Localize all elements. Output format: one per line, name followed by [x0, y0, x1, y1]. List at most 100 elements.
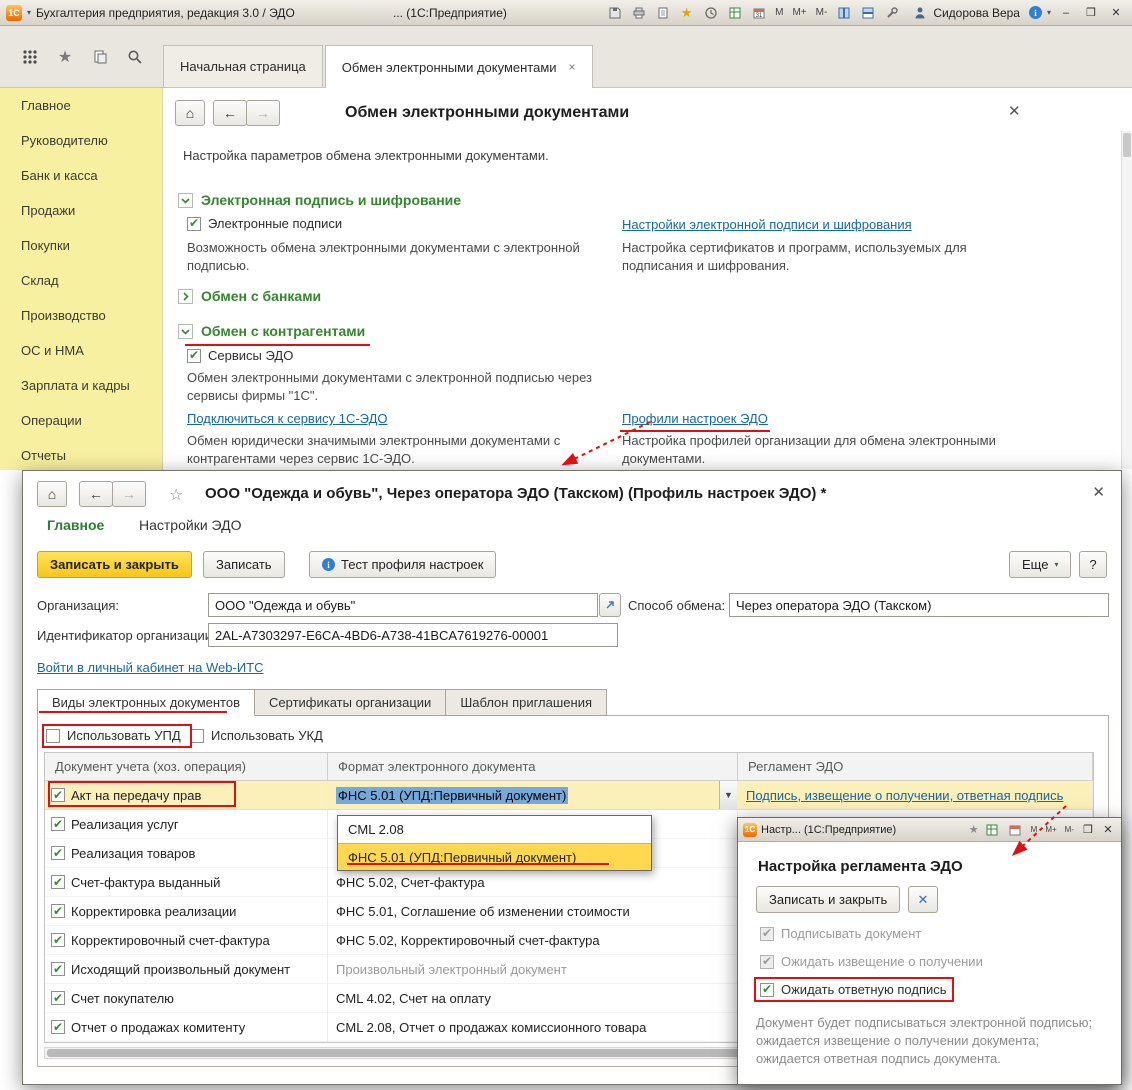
print-icon[interactable] — [629, 3, 648, 22]
1c-app-icon: 1С — [743, 822, 757, 837]
checkbox-edo-services[interactable]: ✔ Сервисы ЭДО — [187, 348, 293, 363]
calendar-icon[interactable] — [1006, 820, 1025, 839]
format-cell[interactable]: ФНС 5.01 (УПД:Первичный документ) ▼ — [328, 781, 738, 810]
history-clipboard-icon[interactable] — [90, 47, 110, 67]
sidebar-item-os-nma[interactable]: ОС и НМА — [0, 333, 162, 368]
home-button[interactable]: ⌂ — [175, 100, 205, 126]
forward-button[interactable]: → — [112, 481, 146, 507]
test-profile-button[interactable]: i Тест профиля настроек — [309, 551, 497, 578]
dropdown-item-fns501[interactable]: ФНС 5.01 (УПД:Первичный документ) — [338, 843, 651, 870]
link-edo-profiles[interactable]: Профили настроек ЭДО — [622, 411, 768, 426]
section-title[interactable]: Обмен с контрагентами — [201, 323, 365, 339]
save-button[interactable]: Записать — [203, 551, 285, 578]
close-icon[interactable]: × — [569, 60, 576, 74]
organization-input[interactable] — [208, 593, 598, 617]
sidebar-item-proizvodstvo[interactable]: Производство — [0, 298, 162, 333]
sidebar-item-operacii[interactable]: Операции — [0, 403, 162, 438]
sidebar-item-bank-kassa[interactable]: Банк и касса — [0, 158, 162, 193]
collapse-chevron-icon[interactable] — [178, 323, 193, 339]
favorites-star-icon[interactable]: ★ — [677, 3, 696, 22]
calendar-icon[interactable]: 31 — [749, 3, 768, 22]
menu-edo-settings[interactable]: Настройки ЭДО — [139, 517, 242, 533]
search-icon[interactable] — [125, 47, 145, 67]
sidebar-item-otchety[interactable]: Отчеты — [0, 438, 162, 470]
forward-button[interactable]: → — [246, 100, 280, 126]
calc-m-plus-button[interactable]: M+ — [1043, 825, 1058, 834]
maximize-button[interactable]: ❒ — [1081, 4, 1101, 22]
row-checkbox[interactable]: ✔ — [51, 846, 65, 860]
section-title[interactable]: Электронная подпись и шифрование — [201, 192, 461, 208]
save-and-close-button[interactable]: Записать и закрыть — [37, 551, 192, 578]
favorites-star-icon[interactable]: ☆ — [169, 485, 183, 505]
table-icon[interactable] — [983, 820, 1002, 839]
close-window-icon[interactable]: ✕ — [1092, 483, 1105, 501]
reglament-link[interactable]: Подпись, извещение о получении, ответная… — [746, 788, 1063, 803]
expand-chevron-icon[interactable] — [178, 288, 193, 304]
sidebar-item-glavnoe[interactable]: Главное — [0, 88, 162, 123]
open-organization-button[interactable] — [599, 593, 621, 617]
save-and-close-button[interactable]: Записать и закрыть — [756, 886, 901, 913]
back-button[interactable]: ← — [213, 100, 247, 126]
history-icon[interactable] — [701, 3, 720, 22]
calc-m-minus-button[interactable]: M- — [1063, 825, 1076, 834]
calc-m-button[interactable]: M — [773, 7, 785, 18]
calc-m-minus-button[interactable]: M- — [814, 7, 830, 18]
split-window-icon[interactable] — [858, 3, 877, 22]
tab-home-page[interactable]: Начальная страница — [163, 45, 323, 87]
calc-m-plus-button[interactable]: M+ — [790, 7, 808, 18]
service-wrench-icon[interactable] — [882, 3, 901, 22]
close-button[interactable]: ✕ — [1106, 4, 1126, 22]
row-checkbox[interactable]: ✔ — [51, 962, 65, 976]
link-web-its[interactable]: Войти в личный кабинет на Web-ИТС — [37, 660, 264, 675]
cancel-button[interactable]: ✕ — [908, 886, 938, 913]
user-menu[interactable]: Сидорова Вера — [910, 3, 1020, 22]
sidebar-item-zarplata[interactable]: Зарплата и кадры — [0, 368, 162, 403]
tab-invitation-template[interactable]: Шаблон приглашения — [445, 689, 608, 716]
minimize-button[interactable]: – — [1056, 4, 1076, 22]
maximize-button[interactable]: ❒ — [1080, 821, 1096, 839]
scrollbar-thumb[interactable] — [1123, 133, 1131, 157]
organization-id-input[interactable] — [208, 623, 618, 647]
tile-windows-icon[interactable] — [834, 3, 853, 22]
menu-grid-icon[interactable] — [20, 47, 40, 67]
close-button[interactable]: ✕ — [1100, 821, 1116, 839]
row-checkbox[interactable]: ✔ — [51, 1020, 65, 1034]
vertical-scrollbar[interactable] — [1121, 131, 1132, 469]
sidebar-item-prodazhi[interactable]: Продажи — [0, 193, 162, 228]
section-title[interactable]: Обмен с банками — [201, 288, 321, 304]
home-button[interactable]: ⌂ — [37, 481, 67, 507]
info-icon[interactable]: i — [1028, 6, 1042, 19]
row-checkbox[interactable]: ✔ — [51, 817, 65, 831]
row-checkbox[interactable]: ✔ — [51, 991, 65, 1005]
tab-org-certificates[interactable]: Сертификаты организации — [254, 689, 447, 716]
help-button[interactable]: ? — [1079, 551, 1107, 578]
row-checkbox[interactable]: ✔ — [51, 904, 65, 918]
chevron-down-icon[interactable]: ▾ — [1047, 8, 1051, 17]
exchange-method-input[interactable] — [729, 593, 1109, 617]
collapse-chevron-icon[interactable] — [178, 192, 193, 208]
preview-icon[interactable] — [653, 3, 672, 22]
link-connect-1c-edo[interactable]: Подключиться к сервису 1С-ЭДО — [187, 411, 387, 426]
calc-m-button[interactable]: M — [1029, 825, 1040, 834]
link-signature-settings[interactable]: Настройки электронной подписи и шифрован… — [622, 217, 912, 232]
checkbox-use-ukd[interactable]: ✔ Использовать УКД — [190, 728, 323, 743]
back-button[interactable]: ← — [79, 481, 113, 507]
favorites-star-icon[interactable]: ★ — [55, 47, 75, 67]
tab-edo-exchange[interactable]: Обмен электронными документами × — [324, 45, 593, 88]
favorites-star-icon[interactable]: ★ — [969, 823, 979, 836]
row-label: Реализация услуг — [71, 816, 179, 832]
save-icon[interactable] — [605, 3, 624, 22]
close-page-icon[interactable]: ✕ — [1008, 102, 1021, 120]
sidebar-item-rukovoditelyu[interactable]: Руководителю — [0, 123, 162, 158]
menu-glavnoe[interactable]: Главное — [47, 517, 104, 533]
dropdown-item-cml[interactable]: CML 2.08 — [338, 816, 651, 843]
checkbox-electronic-signatures[interactable]: ✔ Электронные подписи — [187, 216, 342, 231]
table-icon[interactable] — [725, 3, 744, 22]
sidebar-item-pokupki[interactable]: Покупки — [0, 228, 162, 263]
sidebar-item-sklad[interactable]: Склад — [0, 263, 162, 298]
more-button[interactable]: Еще ▾ — [1009, 551, 1072, 578]
system-menu-chevron-icon[interactable]: ▾ — [27, 8, 31, 17]
dropdown-button[interactable]: ▼ — [719, 781, 737, 809]
row-checkbox[interactable]: ✔ — [51, 875, 65, 889]
row-checkbox[interactable]: ✔ — [51, 933, 65, 947]
